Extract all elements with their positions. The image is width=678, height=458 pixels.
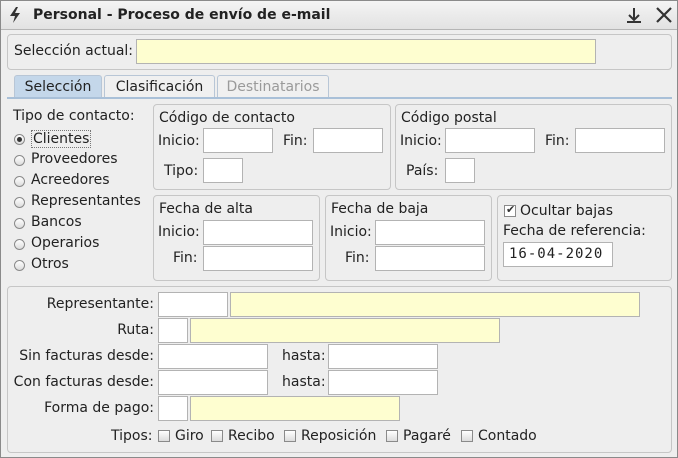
fecha-baja-fin-field[interactable] xyxy=(375,246,485,271)
radio-acreedores[interactable] xyxy=(14,176,25,187)
tipo-giro-label: Giro xyxy=(175,428,204,444)
fecha-alta-fin-label: Fin: xyxy=(173,250,198,266)
sin-facturas-label: Sin facturas desde: xyxy=(19,348,154,364)
forma-pago-label: Forma de pago: xyxy=(44,400,154,416)
sin-facturas-hasta-label: hasta: xyxy=(282,348,326,364)
codigo-postal-inicio-label: Inicio: xyxy=(400,133,442,149)
ocultar-bajas-checkbox[interactable] xyxy=(504,203,516,217)
fecha-referencia-label: Fecha de referencia: xyxy=(503,223,646,239)
tipo-recibo-label: Recibo xyxy=(228,428,275,444)
tipos-label: Tipos: xyxy=(111,428,153,444)
radio-proveedores[interactable] xyxy=(14,155,25,166)
fecha-alta-inicio-label: Inicio: xyxy=(158,224,200,240)
selection-field[interactable] xyxy=(136,39,596,64)
con-facturas-hasta-label: hasta: xyxy=(282,374,326,390)
fecha-alta-fin-field[interactable] xyxy=(203,246,313,271)
codigo-postal-pais-label: País: xyxy=(406,163,439,179)
fecha-baja-inicio-field[interactable] xyxy=(375,220,485,245)
close-icon[interactable] xyxy=(655,6,673,24)
radio-representantes-label: Representantes xyxy=(31,193,141,209)
tipo-reposicion-label: Reposición xyxy=(301,428,377,444)
fecha-baja-fin-label: Fin: xyxy=(345,250,370,266)
representante-name-field[interactable] xyxy=(230,292,640,317)
ruta-name-field[interactable] xyxy=(190,318,500,343)
tab-destinatarios: Destinatarios xyxy=(217,75,329,98)
sin-facturas-desde-field[interactable] xyxy=(158,344,268,369)
codigo-postal-pais-field[interactable] xyxy=(445,158,475,183)
radio-otros-label: Otros xyxy=(31,256,69,272)
fecha-baja-inicio-label: Inicio: xyxy=(330,224,372,240)
tipo-giro-checkbox[interactable] xyxy=(158,430,170,442)
tipo-pagare-label: Pagaré xyxy=(403,428,451,444)
codigo-postal-inicio-field[interactable] xyxy=(445,128,535,153)
tab-underline xyxy=(7,97,672,99)
codigo-postal-title: Código postal xyxy=(401,110,497,126)
title-bar: Personal - Proceso de envío de e-mail xyxy=(1,1,677,30)
tipo-contado-label: Contado xyxy=(478,428,537,444)
app-window: Personal - Proceso de envío de e-mail Se… xyxy=(0,0,678,458)
con-facturas-desde-field[interactable] xyxy=(158,370,268,395)
fecha-referencia-field[interactable]: 16-04-2020 xyxy=(503,242,613,267)
codigo-postal-fin-field[interactable] xyxy=(575,128,665,153)
codigo-contacto-inicio-label: Inicio: xyxy=(158,133,200,149)
radio-clientes[interactable] xyxy=(14,134,25,145)
representante-code-field[interactable] xyxy=(158,292,228,317)
radio-proveedores-label: Proveedores xyxy=(31,151,118,167)
radio-acreedores-label: Acreedores xyxy=(31,172,110,188)
con-facturas-hasta-field[interactable] xyxy=(328,370,438,395)
con-facturas-label: Con facturas desde: xyxy=(13,374,154,390)
tab-seleccion[interactable]: Selección xyxy=(14,75,102,98)
radio-clientes-label: Clientes xyxy=(31,130,92,148)
codigo-contacto-fin-field[interactable] xyxy=(313,128,383,153)
tipo-recibo-checkbox[interactable] xyxy=(211,430,223,442)
codigo-contacto-title: Código de contacto xyxy=(159,110,295,126)
radio-bancos[interactable] xyxy=(14,218,25,229)
sin-facturas-hasta-field[interactable] xyxy=(328,344,438,369)
radio-otros[interactable] xyxy=(14,260,25,271)
fecha-alta-inicio-field[interactable] xyxy=(203,220,313,245)
radio-representantes[interactable] xyxy=(14,197,25,208)
window-title: Personal - Proceso de envío de e-mail xyxy=(33,7,331,23)
ruta-label: Ruta: xyxy=(117,322,154,338)
radio-operarios-label: Operarios xyxy=(31,235,100,251)
radio-operarios[interactable] xyxy=(14,239,25,250)
tipo-reposicion-checkbox[interactable] xyxy=(284,430,296,442)
app-icon xyxy=(10,7,20,23)
codigo-contacto-inicio-field[interactable] xyxy=(203,128,273,153)
ruta-code-field[interactable] xyxy=(158,318,188,343)
codigo-contacto-fin-label: Fin: xyxy=(283,133,308,149)
codigo-contacto-tipo-field[interactable] xyxy=(203,158,243,183)
minimize-icon[interactable] xyxy=(625,6,643,24)
tab-clasificacion[interactable]: Clasificación xyxy=(104,75,215,98)
representante-label: Representante: xyxy=(46,296,154,312)
forma-pago-name-field[interactable] xyxy=(190,396,400,421)
fecha-baja-title: Fecha de baja xyxy=(331,201,429,217)
fecha-alta-title: Fecha de alta xyxy=(159,201,253,217)
tipo-contado-checkbox[interactable] xyxy=(461,430,473,442)
codigo-contacto-tipo-label: Tipo: xyxy=(164,163,199,179)
codigo-postal-fin-label: Fin: xyxy=(545,133,570,149)
radio-bancos-label: Bancos xyxy=(31,214,82,230)
ocultar-bajas-label: Ocultar bajas xyxy=(520,203,613,219)
tipo-pagare-checkbox[interactable] xyxy=(386,430,398,442)
forma-pago-code-field[interactable] xyxy=(158,396,188,421)
selection-label: Selección actual: xyxy=(14,43,133,59)
contact-type-label: Tipo de contacto: xyxy=(13,108,135,124)
